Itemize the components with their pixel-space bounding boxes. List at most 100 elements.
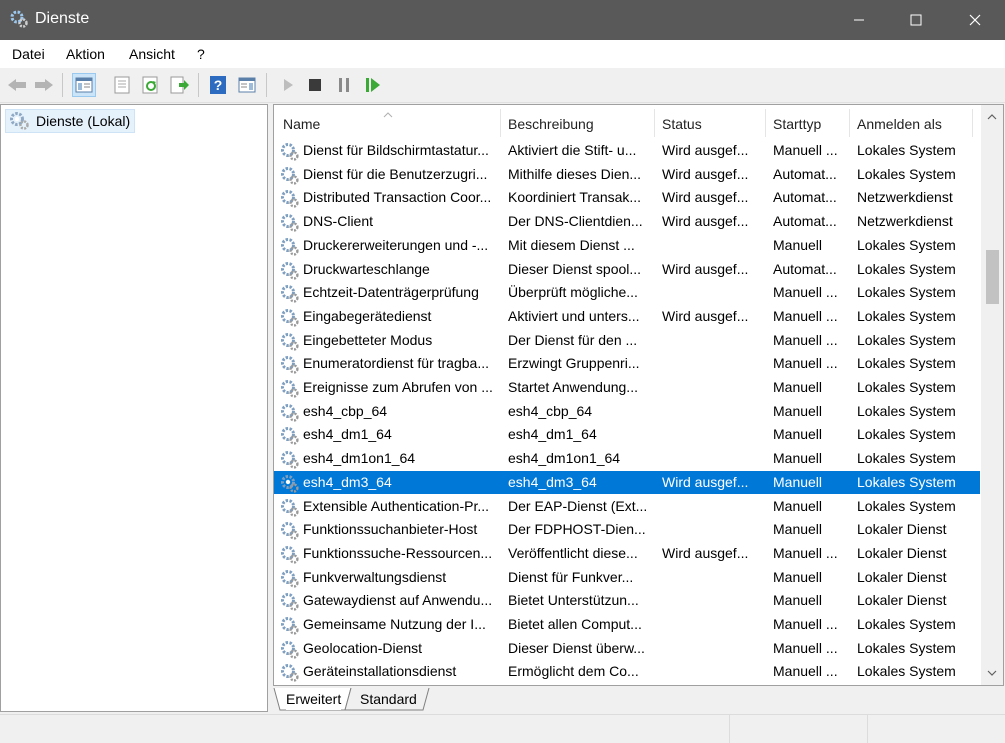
svg-text:?: ? [214,77,223,93]
close-button[interactable] [946,0,1004,40]
scrollbar-thumb[interactable] [986,250,999,304]
start-service-icon[interactable] [276,73,300,97]
service-gear-icon [279,141,299,161]
service-description: Erzwingt Gruppenri... [508,355,640,372]
column-divider[interactable] [972,109,973,137]
service-gear-icon [279,260,299,280]
service-logon: Lokales System [857,236,956,253]
minimize-button[interactable] [830,0,888,40]
service-description: Veröffentlicht diese... [508,544,638,561]
table-row[interactable]: Echtzeit-Datenträgerprüfung Überprüft mög… [274,281,980,305]
service-starttype: Manuell [773,379,823,395]
table-row[interactable]: Funktionssuche-Ressourcen... Veröffentlic… [274,542,980,566]
service-name: Funkverwaltungsdienst [303,568,447,585]
table-row[interactable]: Geräteinstallationsdienst Ermöglicht dem … [274,660,980,684]
service-starttype: Manuell [773,592,823,609]
menu-aktion[interactable]: Aktion [66,46,105,62]
column-divider[interactable] [765,109,766,137]
table-row[interactable]: Eingabegerätedienst Aktiviert und unters.… [274,305,980,329]
vertical-scrollbar[interactable] [981,105,1003,685]
pause-service-icon[interactable] [332,73,356,97]
maximize-button[interactable] [887,0,945,40]
tab-erweitert[interactable]: Erweitert [286,688,342,710]
menu-datei[interactable]: Datei [12,46,45,62]
table-row[interactable]: Ereignisse zum Abrufen von ... Startet An… [274,376,980,400]
service-description: Der FDPHOST-Dien... [508,521,646,538]
tree-node-services-local[interactable]: Dienste (Lokal) [5,109,136,133]
table-row[interactable]: Funkverwaltungsdienst Dienst für Funkver.… [274,566,980,590]
column-divider[interactable] [654,109,655,137]
table-row[interactable]: Distributed Transaction Coor... Koordinie… [274,186,980,210]
toolbar: ? [0,68,1005,103]
service-gear-icon [279,425,299,445]
service-status: Wird ausgef... [662,189,749,206]
column-header-logon-as[interactable]: Anmelden als [857,116,942,132]
tab-standard[interactable]: Standard [360,688,417,710]
service-gear-icon [279,236,299,256]
table-row[interactable]: Dienst für die Benutzerzugri... Mithilfe … [274,163,980,187]
column-header-name[interactable]: Name [283,116,320,132]
table-row[interactable]: Extensible Authentication-Pr... Der EAP-D… [274,495,980,519]
column-header-status[interactable]: Status [662,116,702,132]
table-row[interactable]: esh4_dm1_64 esh4_dm1_64 Manuell Lokales Sys… [274,423,980,447]
menu-ansicht[interactable]: Ansicht [129,46,175,62]
title-bar: Dienste [0,0,1005,40]
console-tree-icon[interactable] [72,73,96,97]
help-icon[interactable]: ? [206,73,230,97]
refresh-icon[interactable] [139,73,163,97]
service-description: Startet Anwendung... [508,379,638,395]
table-row[interactable]: Funktionssuchanbieter-Host Der FDPHOST-Di… [274,518,980,542]
service-name: Extensible Authentication-Pr... [303,497,489,514]
service-logon: Lokaler Dienst [857,592,947,609]
service-gear-icon [279,473,299,493]
service-status: Wird ausgef... [662,307,749,324]
service-status: Wird ausgef... [662,473,749,490]
service-gear-icon [279,354,299,374]
services-gear-icon [8,110,30,133]
service-name: Ereignisse zum Abrufen von ... [303,379,493,395]
service-description: Mithilfe dieses Dien... [508,165,642,182]
table-row-selected[interactable]: esh4_dm3_64 esh4_dm3_64 Wird ausgef... Manu… [274,470,980,495]
table-row[interactable]: Dienst für Bildschirmtastatur... Aktivier… [274,139,980,163]
stop-service-icon[interactable] [303,73,327,97]
service-description: Mit diesem Dienst ... [508,236,635,253]
table-row[interactable]: Enumeratordienst für tragba... Erzwingt G… [274,352,980,376]
table-row[interactable]: Geolocation-Dienst Dieser Dienst überw...… [274,637,980,661]
service-name: esh4_dm1on1_64 [303,450,416,467]
column-header-starttype[interactable]: Starttyp [773,116,821,132]
scroll-down-icon[interactable] [986,667,998,679]
table-row[interactable]: Druckererweiterungen und -... Mit diesem … [274,234,980,258]
service-logon: Lokales System [857,663,956,680]
service-description: esh4_dm3_64 [508,473,597,490]
service-logon: Lokaler Dienst [857,544,947,561]
table-row[interactable]: Gatewaydienst auf Anwendu... Bietet Unter… [274,589,980,613]
service-logon: Lokales System [857,402,956,419]
table-row[interactable]: Druckwarteschlange Dieser Dienst spool...… [274,258,980,282]
table-row[interactable]: Eingebetteter Modus Der Dienst für den ..… [274,329,980,353]
column-header-description[interactable]: Beschreibung [508,116,594,132]
service-description: Koordiniert Transak... [508,189,642,206]
status-bar-divider [729,715,730,743]
table-row[interactable]: esh4_dm1on1_64 esh4_dm1on1_64 Manuell Lokal… [274,447,980,471]
menu-help[interactable]: ? [197,46,205,62]
forward-arrow-icon[interactable] [32,73,56,97]
service-starttype: Manuell [773,568,823,585]
show-hide-action-pane-icon[interactable] [235,73,259,97]
table-row[interactable]: esh4_cbp_64 esh4_cbp_64 Manuell Lokales Sys… [274,400,980,424]
table-row[interactable]: Gemeinsame Nutzung der I... Bietet allen … [274,613,980,637]
table-row[interactable]: DNS-Client Der DNS-Clientdien... Wird ausg… [274,210,980,234]
scroll-up-icon[interactable] [986,111,998,123]
service-gear-icon [279,402,299,422]
export-list-icon[interactable] [168,73,192,97]
back-arrow-icon[interactable] [5,73,29,97]
restart-service-icon[interactable] [361,73,385,97]
console-tree: Dienste (Lokal) [0,104,268,712]
service-gear-icon [279,639,299,659]
properties-icon[interactable] [110,73,134,97]
column-divider[interactable] [849,109,850,137]
service-gear-icon [279,283,299,303]
service-name: esh4_dm1_64 [303,426,392,443]
column-divider[interactable] [500,109,501,137]
service-starttype: Manuell [773,497,823,514]
service-logon: Netzwerkdienst [857,213,953,230]
